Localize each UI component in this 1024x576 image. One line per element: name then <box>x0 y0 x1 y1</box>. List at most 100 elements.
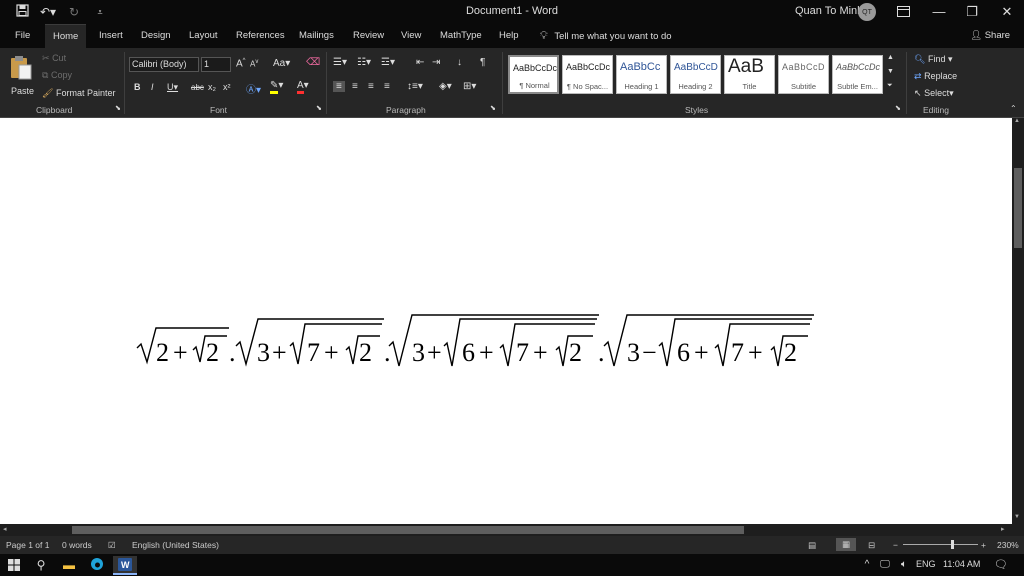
style-normal[interactable]: AaBbCcDc ¶ Normal <box>508 55 559 94</box>
multilevel-list-icon[interactable]: ☲▾ <box>381 57 395 68</box>
language-status[interactable]: English (United States) <box>132 540 219 550</box>
proofing-icon[interactable]: ☑ <box>108 540 116 551</box>
network-icon[interactable]: 🖵︎ <box>877 557 893 573</box>
page-count[interactable]: Page 1 of 1 <box>6 540 49 550</box>
style-heading-1[interactable]: AaBbCc Heading 1 <box>616 55 667 94</box>
clipboard-launcher-icon[interactable]: ⬊ <box>115 104 121 112</box>
vertical-scrollbar[interactable]: ▲ ▼ <box>1012 118 1024 524</box>
line-spacing-icon[interactable]: ↕≡▾ <box>407 81 423 92</box>
web-layout-icon[interactable]: ⊟ <box>868 540 875 551</box>
tab-mailings[interactable]: Mailings <box>299 24 334 48</box>
restore-icon[interactable]: ❐ <box>957 2 987 22</box>
highlight-icon[interactable]: ✎▾ <box>270 80 283 94</box>
styles-more-icon[interactable]: ⏷ <box>887 82 893 90</box>
sort-icon[interactable]: ↓ <box>457 57 462 68</box>
tell-me-search[interactable]: 💡︎ Tell me what you want to do <box>540 24 672 48</box>
font-launcher-icon[interactable]: ⬊ <box>316 104 322 112</box>
tab-file[interactable]: File <box>15 24 30 48</box>
justify-icon[interactable]: ≡ <box>384 81 390 92</box>
close-icon[interactable]: ✕ <box>992 2 1022 22</box>
grow-font-icon[interactable]: A^ <box>236 58 246 69</box>
select-button[interactable]: ↖ Select▾ <box>914 88 954 99</box>
paragraph-launcher-icon[interactable]: ⬊ <box>490 104 496 112</box>
underline-button[interactable]: U▾ <box>167 82 178 93</box>
redo-icon[interactable]: ↻ <box>66 5 82 19</box>
font-size-select[interactable]: 1 <box>201 57 231 72</box>
shrink-font-icon[interactable]: Av <box>250 59 258 69</box>
zoom-level[interactable]: 230% <box>997 540 1019 550</box>
word-app-icon[interactable]: W <box>113 556 137 575</box>
text-effects-icon[interactable]: Ⓐ▾ <box>246 81 261 96</box>
style-no-spacing[interactable]: AaBbCcDc ¶ No Spac... <box>562 55 613 94</box>
decrease-indent-icon[interactable]: ⇤ <box>416 57 424 68</box>
align-center-icon[interactable]: ≡ <box>352 81 358 92</box>
replace-button[interactable]: ⇄ Replace <box>914 71 957 82</box>
scroll-down-icon[interactable]: ▼ <box>1014 514 1020 520</box>
shading-icon[interactable]: ◈▾ <box>439 81 452 92</box>
numbering-icon[interactable]: ☷▾ <box>357 57 371 68</box>
tab-home[interactable]: Home <box>45 24 87 48</box>
file-explorer-icon[interactable]: ▬ <box>61 557 77 573</box>
superscript-button[interactable]: x² <box>223 82 231 92</box>
undo-icon[interactable]: ↶▾ <box>40 5 56 19</box>
styles-scroll-up-icon[interactable]: ▲ <box>887 54 894 61</box>
paste-button[interactable]: Paste <box>8 54 36 98</box>
tab-references[interactable]: References <box>236 24 285 48</box>
tab-help[interactable]: Help <box>499 24 519 48</box>
notifications-icon[interactable]: 🗨︎ <box>993 557 1009 573</box>
show-formatting-icon[interactable]: ¶ <box>480 57 485 68</box>
word-count[interactable]: 0 words <box>62 540 92 550</box>
scroll-left-icon[interactable]: ◂ <box>3 525 7 533</box>
print-layout-icon[interactable]: ▦ <box>836 538 857 551</box>
minimize-icon[interactable]: — <box>924 2 954 22</box>
zoom-slider-thumb[interactable] <box>951 540 954 549</box>
bold-button[interactable]: B <box>134 82 141 92</box>
format-painter-button[interactable]: 🖌︎ Format Painter <box>42 88 115 99</box>
user-name[interactable]: Quan To Minh <box>795 5 863 17</box>
tab-layout[interactable]: Layout <box>189 24 218 48</box>
read-mode-icon[interactable]: ▤ <box>808 540 816 551</box>
font-color-icon[interactable]: A▾ <box>297 80 309 94</box>
share-button[interactable]: 👤︎ Share <box>970 24 1010 48</box>
clear-formatting-icon[interactable]: ⌫ <box>306 57 320 68</box>
font-name-select[interactable]: Calibri (Body) <box>129 57 199 72</box>
tab-view[interactable]: View <box>401 24 421 48</box>
style-heading-2[interactable]: AaBbCcD Heading 2 <box>670 55 721 94</box>
tab-insert[interactable]: Insert <box>99 24 123 48</box>
align-right-icon[interactable]: ≡ <box>368 81 374 92</box>
clock[interactable]: 11:04 AM <box>943 559 980 569</box>
style-subtle-emphasis[interactable]: AaBbCcDc Subtle Em... <box>832 55 883 94</box>
scroll-up-icon[interactable]: ▲ <box>1014 118 1020 124</box>
ribbon-display-icon[interactable] <box>888 2 918 22</box>
copy-button[interactable]: ⧉ Copy <box>42 70 72 81</box>
subscript-button[interactable]: x₂ <box>208 82 216 92</box>
windows-start-icon[interactable] <box>6 557 22 573</box>
tab-mathtype[interactable]: MathType <box>440 24 482 48</box>
change-case-button[interactable]: Aa▾ <box>273 58 290 69</box>
style-subtitle[interactable]: AaBbCcD Subtitle <box>778 55 829 94</box>
strikethrough-button[interactable]: abc <box>191 83 204 92</box>
increase-indent-icon[interactable]: ⇥ <box>432 57 440 68</box>
vertical-scroll-thumb[interactable] <box>1014 168 1022 248</box>
edge-browser-icon[interactable] <box>89 557 105 573</box>
italic-button[interactable]: I <box>151 82 154 92</box>
avatar[interactable]: QT <box>858 3 876 21</box>
save-icon[interactable] <box>14 4 30 20</box>
zoom-in-icon[interactable]: + <box>981 540 986 550</box>
customize-icon[interactable]: ⩡ <box>92 7 108 18</box>
borders-icon[interactable]: ⊞▾ <box>463 81 476 92</box>
zoom-slider[interactable] <box>903 540 978 549</box>
equation[interactable]: 2 + 2 . 3 + 7 + 2 . 3 + 6 + 7 + 2 . 3 − … <box>0 118 1012 524</box>
cut-button[interactable]: ✂ Cut <box>42 53 66 64</box>
tab-design[interactable]: Design <box>141 24 171 48</box>
horizontal-scrollbar[interactable]: ◂ ▸ <box>0 524 1012 536</box>
styles-scroll-down-icon[interactable]: ▼ <box>887 68 894 75</box>
input-language[interactable]: ENG <box>916 559 936 569</box>
volume-icon[interactable]: 🔈︎ <box>896 557 912 573</box>
horizontal-scroll-thumb[interactable] <box>72 526 744 534</box>
align-left-icon[interactable]: ≡ <box>333 81 345 92</box>
search-icon[interactable]: ⚲ <box>33 557 49 573</box>
scroll-right-icon[interactable]: ▸ <box>1001 525 1005 533</box>
bullets-icon[interactable]: ☰▾ <box>333 57 347 68</box>
style-title[interactable]: AaB Title <box>724 55 775 94</box>
